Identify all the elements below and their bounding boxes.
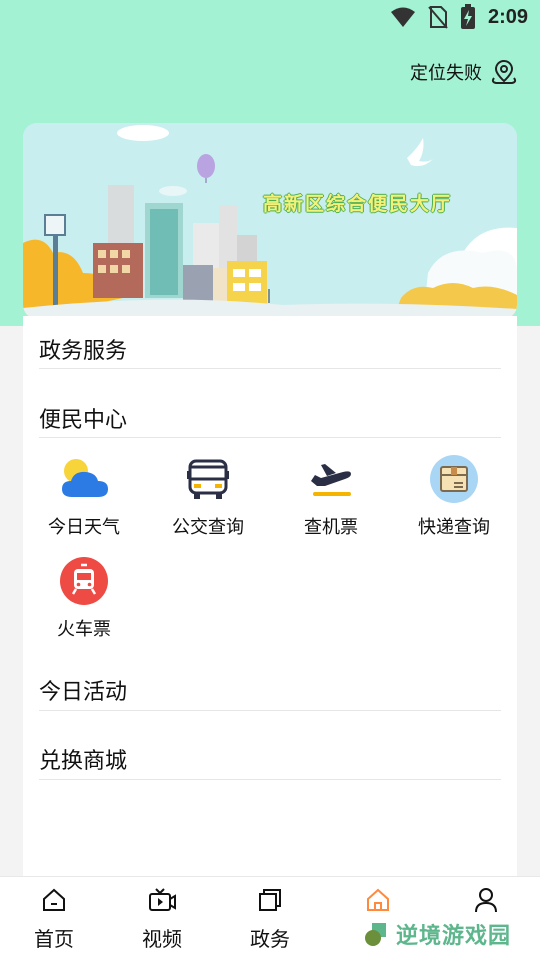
bus-item[interactable]: 公交查询 [158, 453, 258, 539]
section-title: 今日活动 [39, 679, 128, 704]
weather-icon [62, 459, 108, 497]
status-bar: 2:09 [0, 0, 540, 36]
bus-icon [187, 459, 229, 499]
home-active-icon [367, 888, 389, 911]
train-icon [60, 557, 108, 605]
video-icon [149, 888, 176, 911]
tab-video[interactable]: 视频 [108, 885, 216, 952]
status-time: 2:09 [487, 5, 528, 28]
section-convenience: 便民中心 [39, 402, 501, 438]
layers-icon [259, 889, 281, 911]
section-title: 便民中心 [39, 407, 128, 432]
wifi-icon [390, 7, 415, 27]
content-card: 政务服务 便民中心 今日天气 公交查询 查机票 快递查询 火车票 今日活动 兑换… [23, 316, 517, 876]
tab-label: 首页 [34, 929, 74, 951]
express-item[interactable]: 快递查询 [404, 453, 504, 539]
package-icon [430, 455, 478, 503]
flight-item[interactable]: 查机票 [281, 453, 381, 539]
location-pin-icon [491, 59, 517, 84]
no-sim-icon [428, 6, 448, 29]
tab-home[interactable]: 首页 [0, 885, 108, 952]
train-item[interactable]: 火车票 [34, 555, 134, 641]
grid-label: 今日天气 [48, 517, 120, 537]
banner-illustration [23, 123, 517, 319]
battery-charging-icon [460, 4, 475, 29]
section-activities[interactable]: 今日活动 [39, 674, 501, 711]
location-button[interactable]: 定位失败 [410, 58, 518, 86]
tab-label: 政务 [250, 929, 290, 951]
banner[interactable]: 高新区综合便民大厅 [23, 123, 517, 319]
watermark-text: 逆境游戏园 [396, 923, 512, 948]
tab-label: 视频 [142, 929, 182, 951]
airplane-icon [311, 464, 351, 496]
grid-label: 火车票 [57, 619, 111, 639]
grid-label: 公交查询 [172, 517, 244, 537]
grid-label: 查机票 [304, 517, 358, 537]
home-icon [43, 888, 65, 911]
weather-item[interactable]: 今日天气 [34, 453, 134, 539]
section-mall[interactable]: 兑换商城 [39, 743, 501, 780]
user-icon [475, 888, 497, 913]
location-label: 定位失败 [410, 63, 482, 83]
grid-label: 快递查询 [418, 517, 490, 537]
watermark: 逆境游戏园 [364, 918, 511, 950]
section-title: 政务服务 [39, 338, 128, 363]
section-government[interactable]: 政务服务 [39, 333, 501, 369]
watermark-logo-icon [365, 923, 386, 946]
banner-title: 高新区综合便民大厅 [263, 194, 453, 215]
tab-government[interactable]: 政务 [216, 885, 324, 952]
section-title: 兑换商城 [39, 748, 128, 773]
